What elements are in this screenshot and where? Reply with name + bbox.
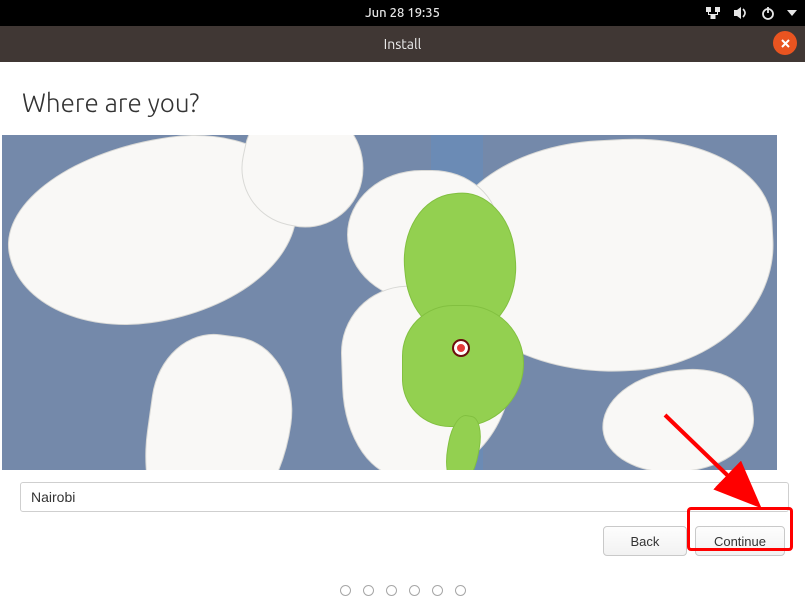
progress-dots	[340, 585, 466, 596]
progress-dot	[409, 585, 420, 596]
network-icon[interactable]	[705, 6, 721, 20]
back-button[interactable]: Back	[603, 526, 687, 556]
window-title: Install	[384, 36, 422, 52]
system-tray[interactable]	[705, 0, 797, 26]
volume-icon[interactable]	[733, 6, 749, 20]
continue-button[interactable]: Continue	[695, 526, 785, 556]
desktop-top-bar: Jun 28 19:35	[0, 0, 805, 26]
clock: Jun 28 19:35	[365, 6, 440, 20]
progress-dot	[455, 585, 466, 596]
location-input[interactable]	[20, 482, 789, 512]
chevron-down-icon[interactable]	[787, 8, 797, 18]
nav-button-row: Back Continue	[22, 526, 787, 556]
installer-content: Where are you? Back Continue	[0, 62, 805, 556]
close-button[interactable]	[773, 31, 797, 55]
map-landmass	[134, 326, 303, 470]
progress-dot	[432, 585, 443, 596]
timezone-map[interactable]	[2, 135, 777, 470]
location-pin-icon	[452, 339, 470, 357]
map-landmass	[598, 364, 758, 470]
progress-dot	[363, 585, 374, 596]
progress-dot	[386, 585, 397, 596]
selected-timezone-region	[402, 305, 524, 427]
close-icon	[780, 38, 791, 49]
page-heading: Where are you?	[22, 88, 787, 117]
power-icon[interactable]	[761, 6, 775, 20]
window-titlebar: Install	[0, 26, 805, 62]
progress-dot	[340, 585, 351, 596]
